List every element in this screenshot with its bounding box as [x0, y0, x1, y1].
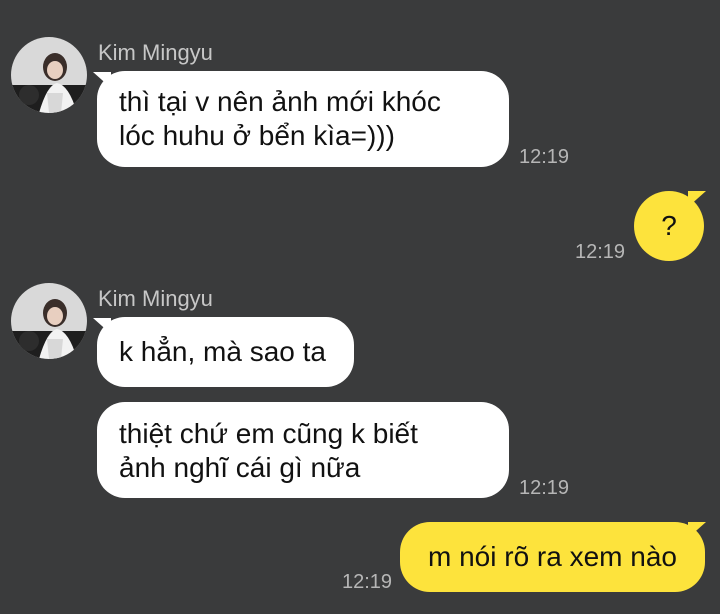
avatar-photo-icon: [11, 283, 87, 359]
bubble-tail: [688, 522, 706, 538]
sender-name: Kim Mingyu: [98, 40, 213, 65]
message-timestamp: 12:19: [519, 477, 570, 499]
avatar-photo-icon: [11, 37, 87, 113]
message-timestamp: 12:19: [575, 241, 626, 263]
message-bubble-incoming[interactable]: k hẳn, mà sao ta: [97, 317, 354, 387]
message-bubble-outgoing[interactable]: m nói rõ ra xem nào: [400, 522, 705, 592]
sender-name: Kim Mingyu: [98, 286, 213, 311]
avatar[interactable]: [11, 283, 87, 359]
message-timestamp: 12:19: [519, 146, 570, 168]
message-bubble-incoming[interactable]: thiệt chứ em cũng k biết ảnh nghĩ cái gì…: [97, 402, 509, 498]
message-bubble-incoming[interactable]: thì tại v nên ảnh mới khóc lóc huhu ở bể…: [97, 71, 509, 167]
avatar[interactable]: [11, 37, 87, 113]
message-timestamp: 12:19: [342, 571, 393, 593]
bubble-tail: [688, 191, 706, 207]
